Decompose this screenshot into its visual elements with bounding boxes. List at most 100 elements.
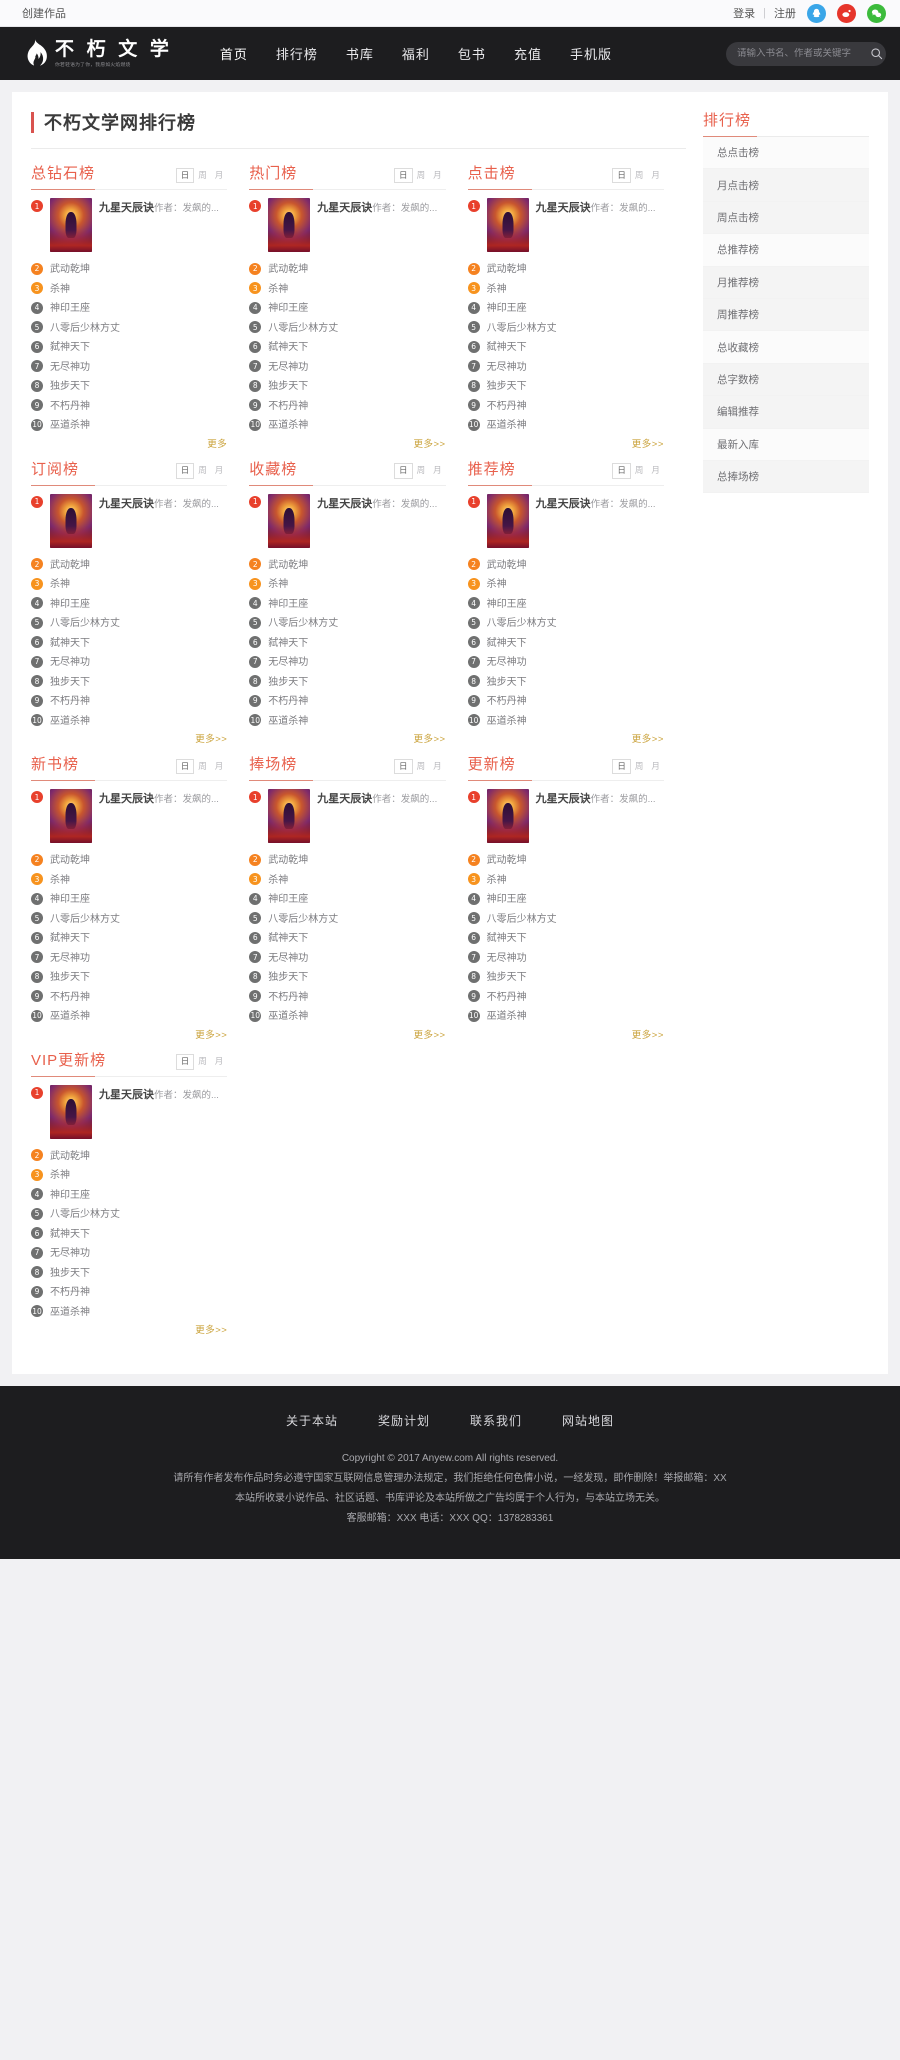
book-title[interactable]: 不朽丹神 (487, 692, 527, 707)
book-title[interactable]: 神印王座 (268, 595, 308, 610)
list-item[interactable]: 5 八零后少林方丈 (249, 908, 445, 928)
list-item[interactable]: 9 不朽丹神 (249, 395, 445, 415)
book-title[interactable]: 九星天辰诀 (536, 202, 591, 214)
list-item[interactable]: 6 弑神天下 (249, 336, 445, 356)
sidebar-item-3[interactable]: 总推荐榜 (703, 234, 869, 267)
book-title[interactable]: 杀神 (268, 280, 288, 295)
period-tab-week[interactable]: 周 (194, 1055, 211, 1068)
period-tab-day[interactable]: 日 (612, 758, 631, 774)
period-tab-day[interactable]: 日 (175, 1054, 195, 1070)
book-title[interactable]: 无尽神功 (268, 653, 308, 668)
featured-rank-item[interactable]: 1 九星天辰诀作者：发飙的... (31, 493, 227, 548)
list-item[interactable]: 5 八零后少林方丈 (31, 1203, 227, 1223)
nav-item-ranking[interactable]: 排行榜 (262, 44, 332, 63)
book-title[interactable]: 武动乾坤 (50, 556, 90, 571)
list-item[interactable]: 8 独步天下 (31, 375, 227, 395)
book-title[interactable]: 无尽神功 (50, 358, 90, 373)
list-item[interactable]: 8 独步天下 (249, 671, 445, 691)
period-tab-week[interactable]: 周 (413, 169, 430, 182)
list-item[interactable]: 8 独步天下 (31, 966, 227, 986)
featured-rank-item[interactable]: 1 九星天辰诀作者：发飙的... (249, 493, 445, 548)
book-title[interactable]: 不朽丹神 (50, 988, 90, 1003)
book-title[interactable]: 不朽丹神 (268, 692, 308, 707)
sidebar-item-10[interactable]: 总捧场榜 (703, 460, 869, 494)
list-item[interactable]: 3 杀神 (31, 278, 227, 298)
more-link[interactable]: 更多>> (413, 1030, 445, 1041)
book-title[interactable]: 神印王座 (50, 890, 90, 905)
book-title[interactable]: 八零后少林方丈 (50, 614, 120, 629)
list-item[interactable]: 10 巫道杀神 (31, 710, 227, 730)
book-title[interactable]: 武动乾坤 (487, 556, 527, 571)
footer-link-rewards[interactable]: 奖励计划 (378, 1412, 430, 1429)
footer-link-contact[interactable]: 联系我们 (470, 1412, 522, 1429)
list-item[interactable]: 2 武动乾坤 (31, 1145, 227, 1165)
list-item[interactable]: 4 神印王座 (31, 593, 227, 613)
more-link[interactable]: 更多>> (195, 1325, 227, 1336)
list-item[interactable]: 5 八零后少林方丈 (249, 612, 445, 632)
book-title[interactable]: 武动乾坤 (268, 260, 308, 275)
list-item[interactable]: 9 不朽丹神 (31, 986, 227, 1006)
book-title[interactable]: 不朽丹神 (268, 397, 308, 412)
period-tab-month[interactable]: 月 (211, 169, 228, 182)
list-item[interactable]: 6 弑神天下 (467, 927, 664, 947)
book-title[interactable]: 无尽神功 (268, 358, 308, 373)
list-item[interactable]: 2 武动乾坤 (31, 258, 227, 278)
sidebar-item-0[interactable]: 总点击榜 (703, 137, 869, 170)
nav-item-library[interactable]: 书库 (332, 44, 388, 63)
book-title[interactable]: 武动乾坤 (487, 851, 527, 866)
list-item[interactable]: 4 神印王座 (249, 888, 445, 908)
period-tab-week[interactable]: 周 (631, 169, 648, 182)
sidebar-item-label[interactable]: 总字数榜 (717, 372, 759, 387)
period-tab-month[interactable]: 月 (429, 169, 446, 182)
list-item[interactable]: 6 弑神天下 (31, 632, 227, 652)
list-item[interactable]: 9 不朽丹神 (31, 395, 227, 415)
book-title[interactable]: 杀神 (268, 575, 288, 590)
list-item[interactable]: 2 武动乾坤 (467, 258, 664, 278)
list-item[interactable]: 8 独步天下 (249, 375, 445, 395)
nav-item-recharge[interactable]: 充值 (500, 44, 556, 63)
list-item[interactable]: 3 杀神 (31, 573, 227, 593)
list-item[interactable]: 5 八零后少林方丈 (31, 908, 227, 928)
sidebar-item-6[interactable]: 总收藏榜 (703, 331, 869, 364)
list-item[interactable]: 2 武动乾坤 (467, 554, 664, 574)
book-title[interactable]: 巫道杀神 (268, 712, 308, 727)
book-title[interactable]: 九星天辰诀 (99, 793, 154, 805)
book-title[interactable]: 独步天下 (50, 377, 90, 392)
book-title[interactable]: 八零后少林方丈 (487, 614, 557, 629)
list-item[interactable]: 2 武动乾坤 (31, 554, 227, 574)
list-item[interactable]: 2 武动乾坤 (467, 849, 664, 869)
list-item[interactable]: 9 不朽丹神 (467, 690, 664, 710)
list-item[interactable]: 3 杀神 (249, 278, 445, 298)
site-logo[interactable]: 不 朽 文 学 你若轻语为了你，我愿如火焰燃烧 (22, 38, 172, 69)
list-item[interactable]: 5 八零后少林方丈 (31, 612, 227, 632)
period-tab-day[interactable]: 日 (394, 758, 413, 774)
book-title[interactable]: 不朽丹神 (487, 988, 527, 1003)
book-title[interactable]: 无尽神功 (487, 358, 527, 373)
book-cover-image[interactable] (486, 493, 529, 548)
more-link[interactable]: 更多>> (632, 734, 664, 745)
list-item[interactable]: 10 巫道杀神 (31, 414, 227, 434)
book-cover-image[interactable] (50, 789, 92, 843)
book-title[interactable]: 不朽丹神 (268, 988, 308, 1003)
list-item[interactable]: 10 巫道杀神 (31, 1301, 227, 1321)
sidebar-item-label[interactable]: 月推荐榜 (717, 275, 759, 290)
period-tab-month[interactable]: 月 (429, 464, 446, 477)
more-link[interactable]: 更多>> (195, 734, 227, 745)
book-title[interactable]: 弑神天下 (268, 338, 308, 353)
list-item[interactable]: 6 弑神天下 (31, 927, 227, 947)
book-title[interactable]: 弑神天下 (487, 634, 527, 649)
book-title[interactable]: 杀神 (268, 871, 288, 886)
book-title[interactable]: 巫道杀神 (50, 712, 90, 727)
more-link[interactable]: 更多>> (632, 1030, 664, 1041)
qq-icon[interactable] (807, 3, 826, 23)
featured-rank-item[interactable]: 1 九星天辰诀作者：发飙的... (249, 198, 445, 252)
book-title[interactable]: 杀神 (50, 280, 70, 295)
list-item[interactable]: 6 弑神天下 (249, 927, 445, 947)
period-tab-month[interactable]: 月 (647, 760, 664, 773)
search-box[interactable] (726, 41, 886, 66)
book-title[interactable]: 无尽神功 (268, 949, 308, 964)
book-title[interactable]: 独步天下 (487, 968, 527, 983)
featured-rank-item[interactable]: 1 九星天辰诀作者：发飙的... (249, 789, 445, 843)
book-title[interactable]: 八零后少林方丈 (268, 319, 338, 334)
book-cover-image[interactable] (50, 1084, 92, 1139)
